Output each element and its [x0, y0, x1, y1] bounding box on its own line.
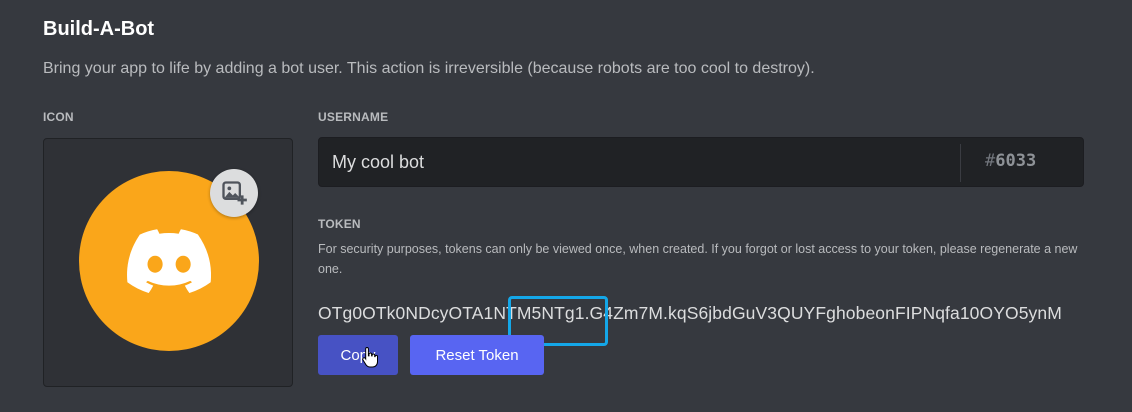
upload-image-button[interactable] [210, 169, 258, 217]
username-label: USERNAME [318, 110, 389, 124]
reset-token-button[interactable]: Reset Token [410, 335, 544, 375]
section-title: Build-A-Bot [43, 18, 155, 40]
username-input[interactable]: My cool bot [332, 152, 424, 173]
token-label: TOKEN [318, 217, 361, 231]
field-divider [960, 144, 961, 182]
icon-upload-area[interactable] [43, 138, 293, 387]
discriminator: #6033 [985, 151, 1036, 171]
hand-cursor-icon [362, 346, 378, 368]
section-subtitle: Bring your app to life by adding a bot u… [43, 60, 815, 77]
username-field[interactable]: My cool bot #6033 [318, 137, 1084, 187]
token-value: OTg0OTk0NDcyOTA1NTM5NTg1.G4Zm7M.kqS6jbdG… [318, 303, 1062, 323]
discriminator-hash: # [985, 151, 996, 171]
token-help-text: For security purposes, tokens can only b… [318, 242, 1078, 276]
copy-button[interactable]: Copy [318, 335, 398, 375]
image-add-icon [222, 181, 247, 205]
discord-logo-icon [127, 229, 211, 293]
icon-label: ICON [43, 110, 74, 124]
discriminator-number: 6033 [995, 151, 1037, 171]
